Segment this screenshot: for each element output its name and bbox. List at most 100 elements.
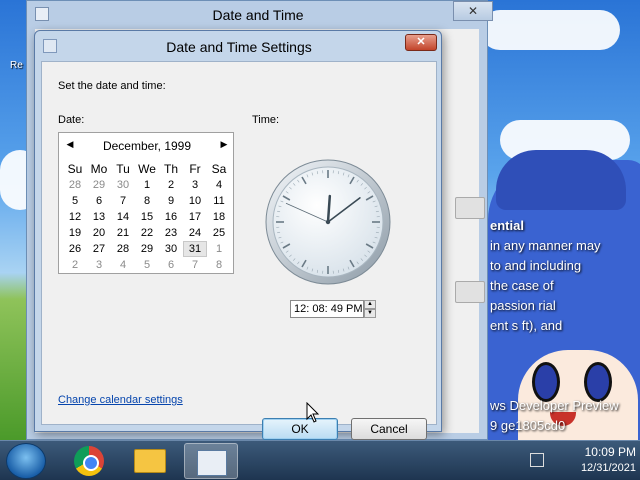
calendar-day[interactable]: 22 (135, 225, 159, 241)
calendar-day[interactable]: 29 (87, 177, 111, 193)
calendar-day[interactable]: 28 (63, 177, 87, 193)
calendar-week-row: 12 13 14 15 16 17 18 (63, 209, 231, 225)
calendar-day[interactable]: 6 (87, 193, 111, 209)
wallpaper-text-line: 9 ge1805cd0 (490, 418, 566, 433)
cancel-button[interactable]: Cancel (351, 418, 427, 440)
calendar-day[interactable]: 5 (63, 193, 87, 209)
wallpaper-character-art (488, 150, 640, 440)
calendar-day[interactable]: 1 (135, 177, 159, 193)
calendar-day[interactable]: 10 (183, 193, 207, 209)
calendar-day[interactable]: 3 (87, 257, 111, 273)
calendar-day[interactable]: 20 (87, 225, 111, 241)
taskbar-clock-time[interactable]: 10:09 PM (548, 445, 636, 459)
calendar-month-header[interactable]: December, 1999 (59, 139, 235, 153)
calendar-day[interactable]: 28 (111, 241, 135, 257)
time-spin-down-button[interactable]: ▼ (364, 309, 376, 318)
weekday-header: Mo (90, 162, 108, 176)
windows-start-icon[interactable] (6, 443, 46, 479)
calendar-day[interactable]: 30 (111, 177, 135, 193)
calendar-day[interactable]: 8 (135, 193, 159, 209)
taskbar-chrome-button[interactable] (60, 443, 114, 479)
time-label: Time: (252, 114, 280, 126)
instruction-text: Set the date and time: (58, 80, 166, 92)
weekday-header: Tu (116, 162, 130, 176)
taskbar: 10:09 PM 12/31/2021 (0, 440, 640, 480)
calendar-day[interactable]: 9 (159, 193, 183, 209)
network-tray-icon[interactable] (530, 453, 544, 467)
calendar-day[interactable]: 30 (159, 241, 183, 257)
calendar-day[interactable]: 23 (159, 225, 183, 241)
analog-clock (265, 159, 391, 285)
weekday-header: Sa (211, 162, 227, 176)
calendar-day[interactable]: 7 (183, 257, 207, 273)
date-time-icon (197, 450, 227, 476)
calendar-day[interactable]: 27 (87, 241, 111, 257)
calendar-day[interactable]: 3 (183, 177, 207, 193)
calendar-day[interactable]: 4 (207, 177, 231, 193)
calendar-week-row: 2345678 (63, 257, 231, 273)
dialog-client-area: Set the date and time: Date: Time: ◀ Dec… (41, 61, 437, 440)
calendar-week-row: 5 6 7 8 9 10 11 (63, 193, 231, 209)
desktop-icon-label[interactable]: Re (10, 60, 23, 71)
calendar-day[interactable]: 18 (207, 209, 231, 225)
weekday-header: Fr (189, 162, 201, 176)
weekday-header-row: Su Mo Tu We Th Fr Sa (63, 161, 231, 177)
wallpaper-text-line: ential (490, 218, 524, 233)
calendar-day[interactable]: 24 (183, 225, 207, 241)
date-label: Date: (58, 114, 85, 126)
taskbar-date-time-button[interactable] (184, 443, 238, 479)
weekday-header: Th (163, 162, 178, 176)
chrome-icon (74, 446, 104, 476)
taskbar-explorer-button[interactable] (122, 443, 176, 479)
calendar-day[interactable]: 7 (111, 193, 135, 209)
cloud-shape (480, 10, 620, 50)
calendar-day[interactable]: 14 (111, 209, 135, 225)
hidden-button[interactable] (455, 197, 485, 219)
taskbar-clock-date[interactable]: 12/31/2021 (548, 462, 636, 474)
calendar-day[interactable]: 2 (159, 177, 183, 193)
calendar-day[interactable]: 4 (111, 257, 135, 273)
calendar-day[interactable]: 29 (135, 241, 159, 257)
calendar-day[interactable]: 11 (207, 193, 231, 209)
calendar-day[interactable]: 2 (63, 257, 87, 273)
ok-button[interactable]: OK (262, 418, 338, 440)
wallpaper-text-line: the case of (490, 278, 554, 293)
next-month-button[interactable]: ▶ (217, 139, 231, 150)
mouse-pointer-icon (306, 402, 320, 423)
weekday-header: Su (67, 162, 83, 176)
calendar-day-selected[interactable]: 31 (183, 241, 207, 257)
calendar-week-row: 26 27 28 29 30 31 1 (63, 241, 231, 257)
wallpaper-text-line: ws Developer Preview (490, 398, 619, 413)
calendar-week-row: 19 20 21 22 23 24 25 (63, 225, 231, 241)
calendar-day[interactable]: 8 (207, 257, 231, 273)
time-input[interactable]: 12: 08: 49 PM (290, 300, 364, 318)
calendar-day[interactable]: 26 (63, 241, 87, 257)
wallpaper-text-line: passion rial (490, 298, 556, 313)
calendar-day[interactable]: 17 (183, 209, 207, 225)
calendar-day-grid: Su Mo Tu We Th Fr Sa 28 29 30 1 2 3 4 5 6 7 8 9 10 11 12 13 14… (63, 161, 231, 273)
calendar-day[interactable]: 6 (159, 257, 183, 273)
calendar-day[interactable]: 21 (111, 225, 135, 241)
wallpaper-text-line: ent s ft), and (490, 318, 563, 333)
calendar-day[interactable]: 25 (207, 225, 231, 241)
wallpaper-text-line: in any manner may (490, 238, 601, 253)
calendar-day[interactable]: 15 (135, 209, 159, 225)
calendar: ◀ December, 1999 ▶ Su Mo Tu We Th Fr Sa 28 29 30… (58, 132, 234, 274)
window-close-button[interactable]: ✕ (453, 1, 493, 21)
file-explorer-icon (134, 449, 166, 473)
calendar-day[interactable]: 19 (63, 225, 87, 241)
calendar-day[interactable]: 12 (63, 209, 87, 225)
window-title: Date and Time (212, 7, 304, 23)
calendar-week-row: 28 29 30 1 2 3 4 (63, 177, 231, 193)
time-spin-up-button[interactable]: ▲ (364, 300, 376, 309)
wallpaper-text-line: to and including (490, 258, 582, 273)
dialog-close-button[interactable]: ✕ (405, 34, 437, 51)
change-calendar-settings-link[interactable]: Change calendar settings (58, 394, 183, 406)
calendar-day[interactable]: 1 (207, 241, 231, 257)
hidden-button[interactable] (455, 281, 485, 303)
calendar-day[interactable]: 13 (87, 209, 111, 225)
calendar-day[interactable]: 5 (135, 257, 159, 273)
dialog-title: Date and Time Settings (166, 39, 312, 55)
calendar-day[interactable]: 16 (159, 209, 183, 225)
weekday-header: We (138, 162, 156, 176)
